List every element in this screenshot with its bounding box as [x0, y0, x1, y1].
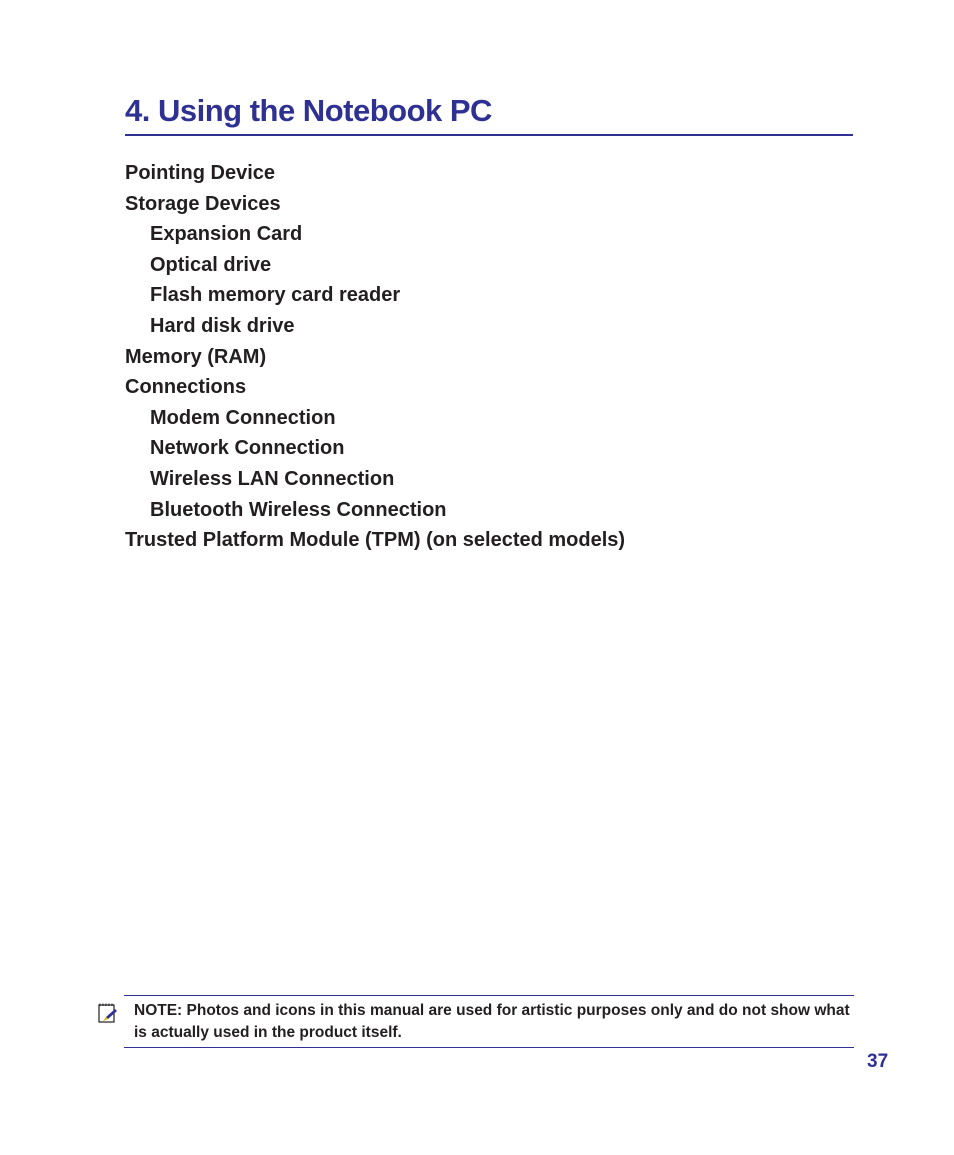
subsection-item: Bluetooth Wireless Connection [150, 498, 447, 521]
note-pencil-icon [98, 1002, 118, 1023]
note-bottom-divider [124, 1047, 854, 1048]
subsection-item: Hard disk drive [150, 314, 295, 337]
subsection-item: Network Connection [150, 437, 345, 460]
subsection-item: Wireless LAN Connection [150, 467, 395, 490]
title-divider [125, 134, 853, 136]
section-item: Memory (RAM) [125, 345, 267, 368]
page-number: 37 [867, 1051, 889, 1072]
subsection-item: Modem Connection [150, 406, 336, 429]
section-item: Trusted Platform Module (TPM) (on select… [125, 529, 626, 552]
section-item: Connections [125, 376, 247, 399]
section-item: Storage Devices [125, 192, 281, 215]
note-text: NOTE: Photos and icons in this manual ar… [134, 1002, 850, 1041]
subsection-item: Optical drive [150, 253, 272, 276]
subsection-item: Expansion Card [150, 223, 303, 246]
section-list: Pointing Device Storage Devices Expansio… [125, 158, 625, 556]
note-top-divider [124, 995, 854, 996]
section-item: Pointing Device [125, 162, 276, 184]
subsection-item: Flash memory card reader [150, 284, 401, 307]
page-title: 4. Using the Notebook PC [125, 93, 492, 128]
